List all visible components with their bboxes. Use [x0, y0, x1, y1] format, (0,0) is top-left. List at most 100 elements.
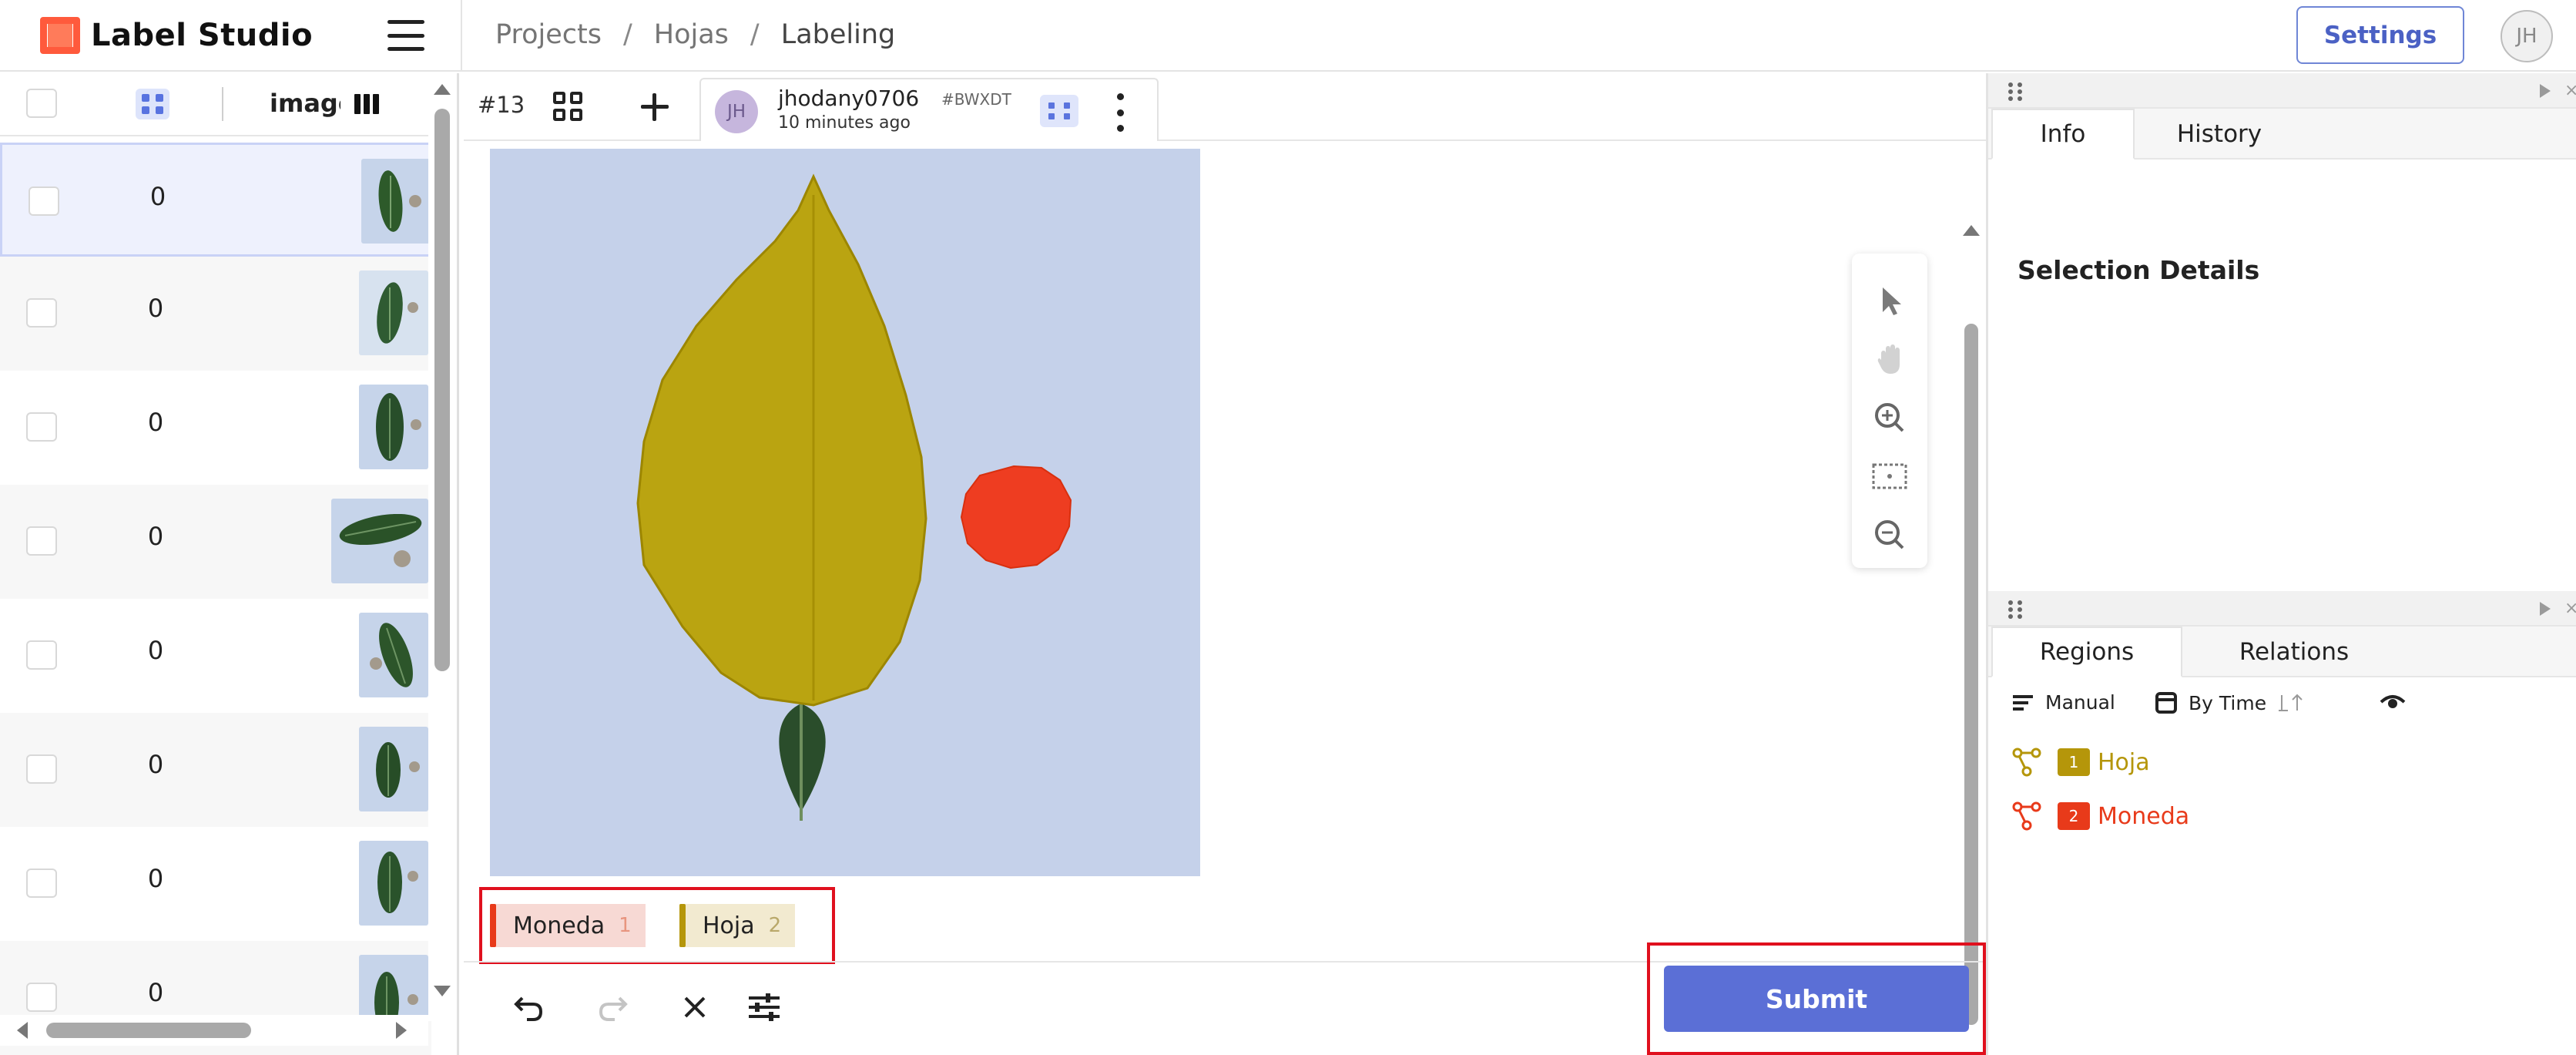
label-color-bar: [490, 904, 496, 947]
row-checkbox[interactable]: [26, 526, 57, 556]
tab-regions[interactable]: Regions: [1991, 627, 2182, 677]
polygon-region-icon: [2012, 801, 2041, 831]
data-panel-horizontal-scrollbar[interactable]: [0, 1015, 428, 1046]
scroll-up-arrow-icon[interactable]: [434, 84, 451, 95]
row-value: 0: [147, 522, 164, 551]
annotation-toolbar: #13 JH jhodany0706 #BWXDT 10 minutes ago: [464, 73, 1986, 141]
table-row[interactable]: 0: [0, 143, 431, 257]
image-thumbnail: [359, 613, 428, 697]
menu-icon[interactable]: [387, 20, 424, 51]
redo-icon[interactable]: [592, 987, 632, 1027]
row-checkbox[interactable]: [26, 754, 57, 784]
link-annotation-icon[interactable]: [1040, 95, 1078, 127]
table-row[interactable]: 0: [0, 713, 431, 827]
regions-panel-header[interactable]: ×: [1988, 591, 2576, 627]
sort-order-icon: [2279, 694, 2303, 711]
drag-handle-icon[interactable]: [2007, 599, 2025, 619]
table-row[interactable]: 0: [0, 257, 431, 371]
moneda-region[interactable]: [960, 465, 1072, 569]
image-thumbnail: [359, 841, 428, 926]
hand-icon[interactable]: [1870, 340, 1909, 378]
user-avatar[interactable]: JH: [2501, 10, 2553, 62]
row-value: 0: [147, 864, 164, 893]
zoom-in-icon[interactable]: [1870, 398, 1909, 437]
row-checkbox[interactable]: [26, 869, 57, 898]
list-order-icon: [2013, 694, 2033, 711]
labeling-area: #13 JH jhodany0706 #BWXDT 10 minutes ago: [464, 73, 1986, 1055]
image-thumbnail: [359, 727, 428, 811]
breadcrumb-project-name[interactable]: Hojas: [654, 19, 729, 50]
region-item-hoja[interactable]: 1 Hoja: [2011, 741, 2551, 784]
undo-icon[interactable]: [510, 987, 550, 1027]
table-row[interactable]: 0: [0, 371, 431, 485]
task-id: #13: [478, 92, 525, 118]
top-navigation-bar: Label Studio Projects / Hojas / Labeling…: [0, 0, 2576, 72]
collapse-icon[interactable]: [2540, 602, 2551, 616]
label-studio-logo-icon: [40, 17, 80, 54]
row-checkbox[interactable]: [26, 412, 57, 442]
tab-relations[interactable]: Relations: [2182, 627, 2406, 677]
settings-sliders-icon[interactable]: [744, 987, 784, 1027]
drag-handle-icon[interactable]: [2007, 81, 2025, 101]
region-label: Hoja: [2098, 748, 2150, 776]
app-name: Label Studio: [91, 18, 314, 53]
row-value: 0: [149, 182, 166, 211]
table-row[interactable]: 0: [0, 599, 431, 713]
row-checkbox[interactable]: [29, 186, 59, 216]
scrollbar-thumb[interactable]: [1964, 324, 1978, 1025]
pointer-icon[interactable]: [1870, 281, 1909, 320]
select-all-checkbox[interactable]: [26, 89, 57, 118]
visibility-icon[interactable]: [2380, 691, 2406, 710]
app-logo[interactable]: Label Studio: [40, 14, 313, 57]
image-canvas[interactable]: [490, 149, 1200, 876]
grid-view-icon[interactable]: [136, 89, 169, 119]
tab-info[interactable]: Info: [1991, 109, 2135, 160]
scrollbar-thumb[interactable]: [46, 1023, 251, 1038]
by-time-sort-button[interactable]: By Time: [2155, 691, 2306, 714]
row-checkbox[interactable]: [26, 640, 57, 670]
add-annotation-icon[interactable]: [638, 90, 672, 124]
canvas-vertical-scrollbar[interactable]: [1957, 146, 1984, 1025]
breadcrumb-separator: /: [750, 19, 760, 50]
annotation-hash: #BWXDT: [941, 90, 1011, 109]
manual-sort-button[interactable]: Manual: [2011, 691, 2115, 714]
side-panel: × Info History Selection Details × Regio…: [1986, 73, 2576, 1055]
table-row[interactable]: 0: [0, 485, 431, 599]
close-icon[interactable]: ×: [2564, 81, 2576, 100]
row-checkbox[interactable]: [26, 983, 57, 1012]
label-moneda[interactable]: Moneda 1: [490, 904, 646, 947]
zoom-out-icon[interactable]: [1870, 516, 1909, 554]
close-icon[interactable]: ×: [2564, 599, 2576, 618]
fit-to-screen-icon[interactable]: [1870, 457, 1909, 496]
submit-button[interactable]: Submit: [1664, 966, 1969, 1032]
divider: [461, 0, 462, 72]
row-value: 0: [147, 294, 164, 323]
image-thumbnail: [359, 270, 428, 355]
scroll-left-arrow-icon[interactable]: [17, 1022, 28, 1039]
image-thumbnail: [359, 385, 428, 469]
more-options-icon[interactable]: [1114, 93, 1126, 132]
info-panel-header[interactable]: ×: [1988, 73, 2576, 109]
region-index: 1: [2058, 748, 2090, 776]
annotations-grid-icon[interactable]: [553, 92, 584, 123]
regions-tabs: Regions Relations: [1988, 627, 2576, 677]
collapse-icon[interactable]: [2540, 84, 2551, 98]
columns-icon[interactable]: [340, 82, 393, 126]
label-hoja[interactable]: Hoja 2: [679, 904, 796, 947]
data-panel-vertical-scrollbar[interactable]: [428, 73, 456, 1021]
breadcrumb-projects[interactable]: Projects: [495, 19, 602, 50]
scroll-down-arrow-icon[interactable]: [434, 986, 451, 996]
scroll-right-arrow-icon[interactable]: [396, 1022, 407, 1039]
scroll-up-arrow-icon[interactable]: [1963, 225, 1980, 236]
settings-button[interactable]: Settings: [2296, 6, 2464, 64]
tab-history[interactable]: History: [2135, 109, 2304, 160]
label-hotkey: 1: [619, 914, 632, 937]
region-item-moneda[interactable]: 2 Moneda: [2011, 795, 2551, 838]
annotation-tab[interactable]: JH jhodany0706 #BWXDT 10 minutes ago: [699, 78, 1159, 141]
scrollbar-thumb[interactable]: [434, 109, 450, 671]
row-checkbox[interactable]: [26, 298, 57, 328]
image-thumbnail: [331, 499, 428, 583]
table-row[interactable]: 0: [0, 827, 431, 941]
reset-icon[interactable]: [675, 987, 715, 1027]
row-value: 0: [147, 408, 164, 437]
